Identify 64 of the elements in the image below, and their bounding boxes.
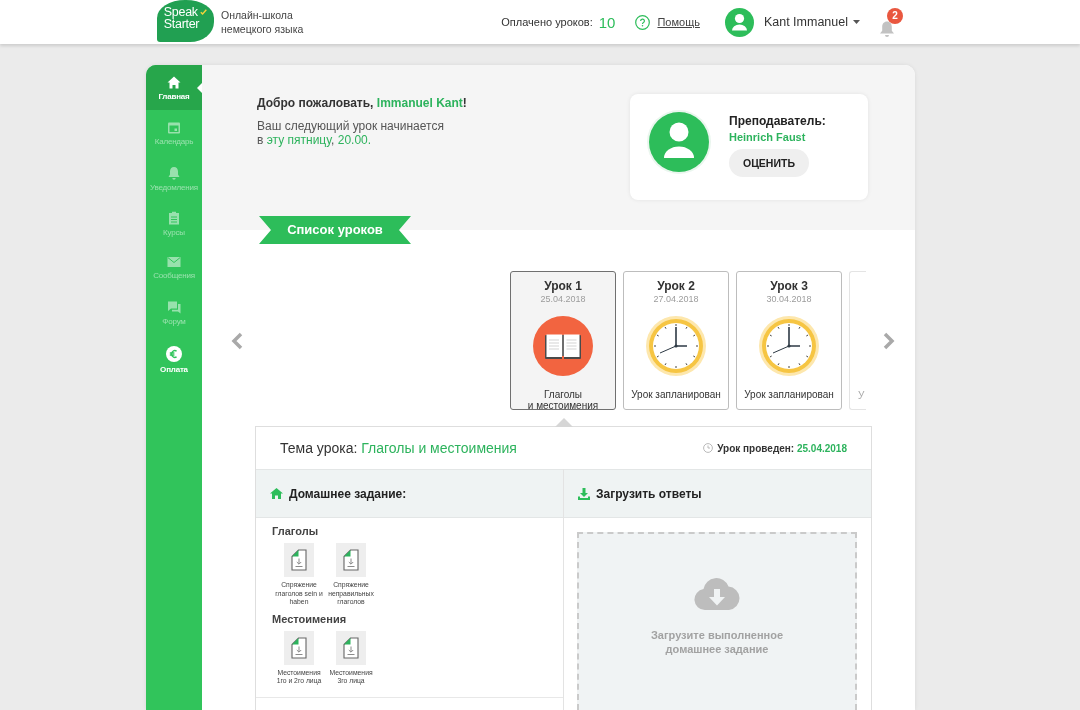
help-link[interactable]: Помощь: [657, 16, 700, 28]
notifications-button[interactable]: 2: [879, 8, 903, 38]
homework-title: Домашнее задание:: [289, 486, 407, 501]
user-menu[interactable]: Kant Immanuel: [724, 7, 860, 37]
lesson-caption: Урок запланирован: [631, 389, 721, 400]
paid-lessons-label: Оплачено уроков:: [501, 16, 593, 28]
chevron-right-icon[interactable]: [883, 331, 895, 350]
euro-icon: [166, 346, 182, 362]
caret-icon: [853, 20, 860, 24]
calendar-icon: [167, 121, 181, 134]
file-download-icon: [284, 630, 314, 665]
paid-lessons-count: 10: [598, 13, 616, 31]
chevron-left-icon[interactable]: [231, 331, 243, 350]
lesson-caption: Глаголы и местоимения: [527, 389, 599, 411]
avatar-icon: [647, 110, 711, 174]
lesson-card[interactable]: Урок 2 27.04.2018 Урок запланирован: [623, 271, 729, 410]
bell-icon: [879, 20, 895, 38]
next-lesson-text: Ваш следующий урок начинается в эту пятницу, 20.00.: [257, 119, 445, 147]
cloud-download-icon: [694, 578, 740, 610]
lesson-card[interactable]: У: [849, 271, 866, 410]
tagline: Онлайн-школа немецкого языка: [221, 8, 304, 36]
bell-icon: [167, 166, 181, 180]
lesson-title: Урок 2: [657, 279, 695, 294]
logo-text: Speak Starter: [163, 6, 200, 30]
file-download-icon: [284, 543, 314, 577]
clipboard-icon: [167, 211, 181, 225]
lesson-caption: Урок запланирован: [744, 389, 834, 400]
home-icon: [270, 488, 283, 499]
section-title-ribbon: Список уроков: [259, 216, 411, 244]
open-book-icon: [533, 316, 593, 376]
sidebar-item[interactable]: Оплата: [146, 335, 202, 380]
lesson-held-date: Урок проведен: 25.04.2018: [717, 442, 847, 454]
lesson-date: 27.04.2018: [653, 294, 699, 305]
chat-icon: [167, 301, 181, 314]
download-icon: [578, 487, 590, 500]
clock-icon: [703, 443, 714, 453]
lesson-title: Урок 1: [544, 279, 582, 294]
lesson-date: 25.04.2018: [540, 294, 586, 305]
upload-title: Загрузить ответы: [596, 486, 702, 501]
teacher-name: Heinrich Faust: [729, 131, 806, 143]
teacher-label: Преподаватель:: [729, 114, 826, 128]
sidebar-item[interactable]: Главная: [146, 65, 202, 110]
envelope-icon: [167, 256, 181, 268]
lesson-caption: У: [858, 390, 865, 401]
lesson-topic: Тема урока: Глаголы и местоимения: [280, 440, 517, 456]
notification-badge: 2: [887, 8, 903, 24]
lesson-date: 30.04.2018: [766, 294, 812, 305]
lesson-card[interactable]: Урок 1 25.04.2018 Глаголы и местоимения: [510, 271, 616, 410]
group-title: Местоимения: [272, 611, 347, 626]
avatar-icon: [724, 7, 754, 37]
lesson-card[interactable]: Урок 3 30.04.2018 Урок запланирован: [736, 271, 842, 410]
upload-dropzone[interactable]: Загрузите выполненное домашнее задание: [577, 532, 857, 710]
group-title: Глаголы: [272, 524, 319, 538]
rate-button[interactable]: ОЦЕНИТЬ: [729, 149, 809, 177]
lesson-title: Урок 3: [770, 279, 808, 294]
help-icon[interactable]: [635, 14, 651, 30]
welcome-text: Добро пожаловать, Immanuel Kant!: [257, 96, 467, 110]
file-download-icon: [336, 543, 366, 577]
clock-icon: [646, 316, 706, 376]
home-icon: [167, 76, 181, 89]
clock-icon: [759, 316, 819, 376]
file-download-icon: [336, 630, 366, 665]
logo[interactable]: Speak Starter: [157, 0, 214, 42]
tick-icon: [200, 9, 208, 15]
